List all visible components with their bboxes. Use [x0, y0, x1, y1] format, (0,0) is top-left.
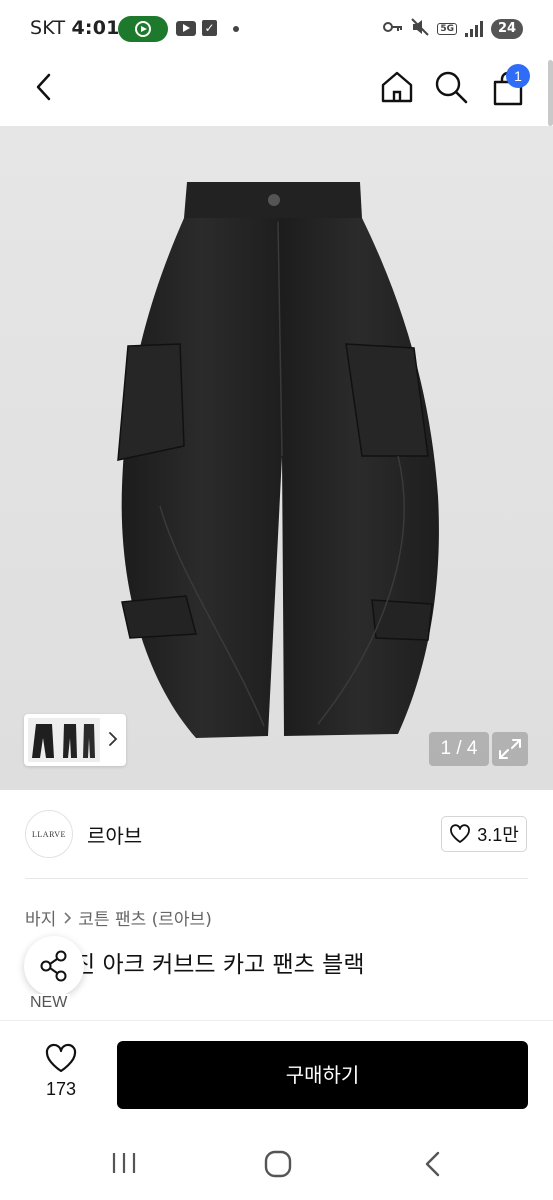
product-title: 진 아크 커브드 카고 팬츠 블랙 [74, 952, 365, 978]
expand-icon [499, 739, 521, 759]
home-button[interactable] [378, 68, 416, 106]
breadcrumb-item[interactable]: 코튼 팬츠 (르아브) [78, 905, 212, 930]
share-icon [40, 950, 67, 982]
carrier-label: SKT [30, 17, 66, 39]
cart-count-badge: 1 [506, 64, 530, 88]
buy-button[interactable]: 구매하기 [117, 1041, 528, 1109]
brand-favorite-button[interactable]: 3.1만 [441, 816, 527, 852]
image-counter: 1 / 4 [429, 732, 489, 766]
brand-row: LLARVE 르아브 3.1만 [0, 790, 553, 880]
network-type-badge: 5G [437, 23, 457, 35]
back-nav-icon[interactable] [420, 1150, 446, 1178]
chevron-right-icon [64, 911, 72, 924]
battery-indicator: 24 [491, 19, 523, 39]
status-carrier-time: SKT 4:01 [30, 17, 120, 39]
expand-image-button[interactable] [492, 732, 528, 766]
like-count: 173 [45, 1079, 77, 1099]
check-notification-icon: ✓ [202, 20, 217, 36]
clock: 4:01 [71, 17, 120, 39]
brand-logo[interactable]: LLARVE [25, 810, 73, 858]
back-button[interactable] [28, 70, 62, 104]
youtube-icon [176, 21, 196, 36]
chevron-right-icon [109, 732, 118, 746]
favorite-count: 3.1만 [477, 825, 519, 845]
share-button[interactable] [24, 936, 84, 996]
signal-icon [465, 21, 483, 37]
more-notifications-dot [233, 26, 239, 32]
status-icons: 5G 24 [383, 15, 523, 43]
breadcrumb: 바지 코튼 팬츠 (르아브) [25, 905, 212, 930]
mute-icon [411, 18, 430, 40]
product-image-gallery[interactable]: 1 / 4 [0, 126, 553, 790]
chevron-left-icon [36, 73, 51, 101]
cart-button[interactable]: 1 [488, 64, 530, 108]
search-icon [435, 71, 468, 104]
new-badge: NEW [27, 994, 71, 1012]
home-nav-icon[interactable] [264, 1150, 292, 1178]
thumbnail-strip[interactable] [24, 714, 126, 766]
like-button[interactable]: 173 [30, 1041, 92, 1105]
app-header: 1 [0, 58, 553, 126]
key-icon [383, 20, 403, 38]
thumbnail-images [28, 718, 100, 762]
breadcrumb-item[interactable]: 바지 [25, 905, 56, 930]
brand-name[interactable]: 르아브 [87, 820, 142, 849]
bottom-action-bar: 173 구매하기 [0, 1020, 553, 1120]
recent-apps-icon[interactable] [110, 1152, 138, 1174]
record-icon [135, 21, 151, 37]
home-icon [381, 71, 413, 103]
scroll-indicator[interactable] [548, 60, 553, 126]
status-bar: SKT 4:01 ✓ 5G 24 [0, 0, 553, 58]
heart-icon [450, 824, 471, 843]
product-photo [117, 182, 439, 738]
heart-icon [45, 1043, 77, 1073]
divider [25, 878, 528, 879]
search-button[interactable] [432, 68, 470, 106]
system-nav-bar [0, 1126, 553, 1200]
screen-record-pill [118, 16, 168, 42]
